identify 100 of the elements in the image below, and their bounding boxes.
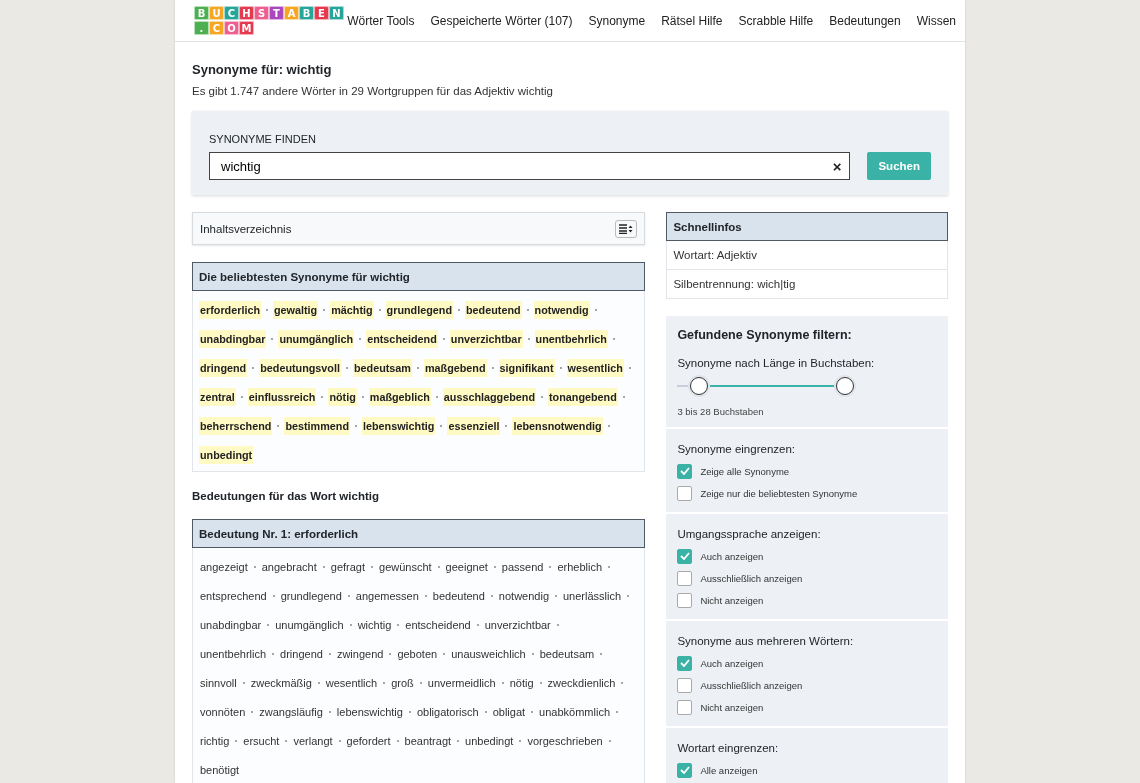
logo-tile[interactable]: M xyxy=(239,21,254,35)
synonym-link[interactable]: essenziell xyxy=(447,416,501,435)
synonym-link[interactable]: unverzichtbar xyxy=(483,617,552,632)
synonym-link[interactable]: entscheidend xyxy=(366,329,438,348)
synonym-link[interactable]: unvermeidlich xyxy=(426,675,497,690)
synonym-link[interactable]: maßgebend xyxy=(423,358,487,377)
synonym-link[interactable]: lebenswichtig xyxy=(362,416,436,435)
synonym-link[interactable]: entsprechend xyxy=(199,588,268,603)
synonym-link[interactable]: wesentlich xyxy=(324,675,379,690)
synonym-link[interactable]: unabkömmlich xyxy=(538,704,611,719)
search-field[interactable]: wichtig × xyxy=(209,152,851,180)
synonym-link[interactable]: mächtig xyxy=(330,300,374,319)
nav-link[interactable]: Synonyme xyxy=(588,13,646,28)
synonym-link[interactable]: unverzichtbar xyxy=(449,329,523,348)
synonym-link[interactable]: passend xyxy=(500,559,545,574)
synonym-link[interactable]: angemessen xyxy=(354,588,420,603)
synonym-link[interactable]: bedeutend xyxy=(431,588,486,603)
checkbox[interactable] xyxy=(677,570,693,586)
checkbox[interactable] xyxy=(677,655,693,671)
checkbox[interactable] xyxy=(677,485,693,501)
synonym-link[interactable]: zwingend xyxy=(335,646,385,661)
nav-link[interactable]: Scrabble Hilfe xyxy=(738,13,814,28)
slider-thumb[interactable] xyxy=(690,377,709,395)
synonym-link[interactable]: erforderlich xyxy=(199,300,261,319)
synonym-link[interactable]: signifikant xyxy=(498,358,555,377)
synonym-link[interactable]: beherrschend xyxy=(199,416,273,435)
synonym-link[interactable]: geboten xyxy=(396,646,439,661)
checkbox[interactable] xyxy=(677,677,693,693)
synonym-link[interactable]: notwendig xyxy=(497,588,550,603)
synonym-link[interactable]: unbedingt xyxy=(199,445,254,464)
synonym-link[interactable]: maßgeblich xyxy=(368,387,431,406)
synonym-link[interactable]: sinnvoll xyxy=(199,675,238,690)
synonym-link[interactable]: richtig xyxy=(199,733,231,748)
checkbox[interactable] xyxy=(677,592,693,608)
synonym-link[interactable]: lebenswichtig xyxy=(335,704,404,719)
nav-link[interactable]: Bedeutungen xyxy=(829,13,901,28)
synonym-link[interactable]: wichtig xyxy=(356,617,393,632)
synonym-link[interactable]: bedeutend xyxy=(465,300,522,319)
toc-bar[interactable]: Inhaltsverzeichnis xyxy=(192,212,646,245)
synonym-link[interactable]: vorgeschrieben xyxy=(526,733,604,748)
synonym-link[interactable]: obligat xyxy=(491,704,527,719)
synonym-link[interactable]: ausschlaggebend xyxy=(442,387,536,406)
synonym-link[interactable]: grundlegend xyxy=(385,300,453,319)
nav-link[interactable]: Wörter Tools xyxy=(347,13,415,28)
synonym-link[interactable]: gefragt xyxy=(329,559,366,574)
checkbox[interactable] xyxy=(677,463,693,479)
synonym-link[interactable]: dringend xyxy=(199,358,248,377)
synonym-link[interactable]: groß xyxy=(390,675,415,690)
synonym-link[interactable]: unentbehrlich xyxy=(199,646,268,661)
synonym-link[interactable]: obligatorisch xyxy=(415,704,480,719)
synonym-link[interactable]: unabdingbar xyxy=(199,329,267,348)
synonym-link[interactable]: nötig xyxy=(508,675,535,690)
synonym-link[interactable]: unausweichlich xyxy=(450,646,527,661)
synonym-link[interactable]: tonangebend xyxy=(548,387,618,406)
synonym-link[interactable]: notwendig xyxy=(533,300,590,319)
logo-tile[interactable]: T xyxy=(269,6,284,20)
synonym-link[interactable]: zwangsläufig xyxy=(258,704,324,719)
synonym-link[interactable]: lebensnotwendig xyxy=(512,416,603,435)
synonym-link[interactable]: entscheidend xyxy=(404,617,472,632)
nav-link[interactable]: Rätsel Hilfe xyxy=(661,13,723,28)
synonym-link[interactable]: dringend xyxy=(279,646,324,661)
synonym-link[interactable]: unumgänglich xyxy=(278,329,355,348)
synonym-link[interactable]: bedeutungsvoll xyxy=(259,358,341,377)
synonym-link[interactable]: unbedingt xyxy=(464,733,515,748)
logo-tile[interactable]: E xyxy=(314,6,329,20)
synonym-link[interactable]: zentral xyxy=(199,387,236,406)
synonym-link[interactable]: unabdingbar xyxy=(199,617,263,632)
clear-button[interactable]: × xyxy=(832,157,842,175)
synonym-link[interactable]: zweckmäßig xyxy=(249,675,313,690)
synonym-link[interactable]: nötig xyxy=(328,387,357,406)
synonym-link[interactable]: gewaltig xyxy=(273,300,319,319)
checkbox[interactable] xyxy=(677,699,693,715)
synonym-link[interactable]: ersucht xyxy=(242,733,281,748)
synonym-link[interactable]: bedeutsam xyxy=(352,358,412,377)
nav-link[interactable]: Wissen xyxy=(916,13,956,28)
synonym-link[interactable]: gewünscht xyxy=(378,559,433,574)
synonym-link[interactable]: verlangt xyxy=(292,733,334,748)
synonym-link[interactable]: benötigt xyxy=(199,762,241,777)
synonym-link[interactable]: zweckdienlich xyxy=(546,675,617,690)
checkbox[interactable] xyxy=(677,548,693,564)
synonym-link[interactable]: geeignet xyxy=(444,559,489,574)
checkbox[interactable] xyxy=(677,762,693,778)
synonym-link[interactable]: angezeigt xyxy=(199,559,249,574)
slider-thumb[interactable] xyxy=(836,377,855,395)
synonym-link[interactable]: unerlässlich xyxy=(562,588,623,603)
synonym-link[interactable]: vonnöten xyxy=(199,704,247,719)
toc-toggle-button[interactable] xyxy=(615,219,638,238)
nav-link[interactable]: Gespeicherte Wörter (107) xyxy=(430,13,573,28)
synonym-link[interactable]: wesentlich xyxy=(566,358,624,377)
synonym-link[interactable]: gefordert xyxy=(345,733,392,748)
synonym-link[interactable]: unumgänglich xyxy=(274,617,345,632)
synonym-link[interactable]: bedeutsam xyxy=(538,646,596,661)
synonym-link[interactable]: grundlegend xyxy=(279,588,343,603)
logo-tile[interactable]: H xyxy=(239,6,254,20)
synonym-link[interactable]: angebracht xyxy=(260,559,318,574)
synonym-link[interactable]: erheblich xyxy=(556,559,604,574)
synonym-link[interactable]: unentbehrlich xyxy=(534,329,608,348)
synonym-link[interactable]: bestimmend xyxy=(284,416,350,435)
synonym-link[interactable]: einflussreich xyxy=(247,387,317,406)
synonym-link[interactable]: beantragt xyxy=(403,733,453,748)
